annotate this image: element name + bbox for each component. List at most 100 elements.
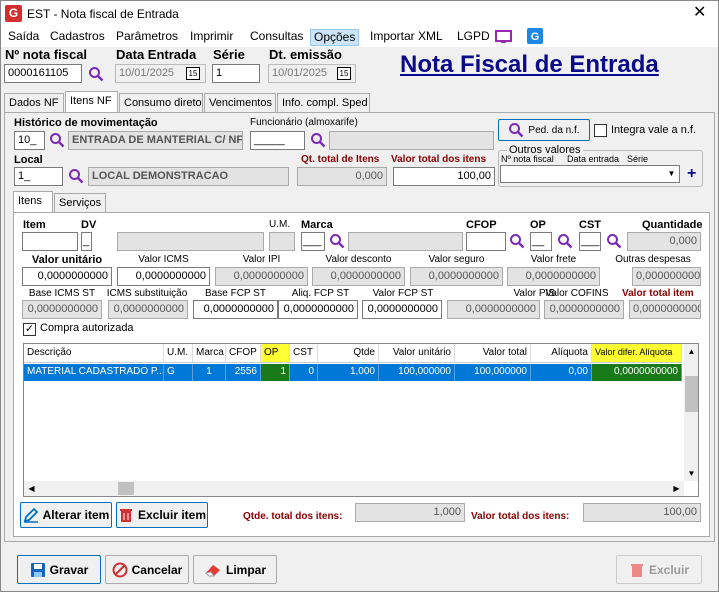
search-icon[interactable]: [509, 233, 525, 249]
pencil-icon: [23, 507, 38, 523]
integra-checkbox[interactable]: [594, 124, 607, 137]
cancelar-label: Cancelar: [131, 562, 183, 577]
col-op[interactable]: OP: [261, 344, 290, 363]
scroll-down-icon[interactable]: ▼: [684, 466, 698, 481]
col-cfop[interactable]: CFOP: [226, 344, 261, 363]
funcionario-code-input[interactable]: _____: [250, 131, 305, 150]
cancel-icon: [112, 562, 128, 577]
tab-info-compl-sped[interactable]: Info. compl. Sped: [277, 93, 370, 112]
tab-vencimentos[interactable]: Vencimentos: [204, 93, 276, 112]
limpar-button[interactable]: Limpar: [193, 555, 277, 584]
monitor-icon[interactable]: [495, 30, 512, 44]
compra-autorizada-label: Compra autorizada: [40, 322, 134, 334]
outros-valores-select[interactable]: [500, 165, 680, 183]
base-fcp-st-label: Base FCP ST: [205, 288, 266, 299]
vertical-scrollbar[interactable]: ▲ ▼: [684, 344, 698, 481]
chevron-down-icon[interactable]: ▼: [664, 166, 679, 182]
valor-unitario-input[interactable]: 0,0000000000: [22, 267, 112, 286]
menu-consultas[interactable]: Consultas: [247, 29, 306, 46]
valor-ipi-value: 0,0000000000: [215, 267, 308, 286]
search-icon[interactable]: [88, 66, 104, 82]
data-entrada-label: Data Entrada: [116, 47, 197, 62]
col-valor-unitario[interactable]: Valor unitário: [379, 344, 455, 363]
item-input[interactable]: [22, 232, 78, 251]
aliq-fcp-st-input[interactable]: 0,0000000000: [278, 300, 358, 319]
search-icon[interactable]: [49, 132, 65, 148]
menu-importar-xml[interactable]: Importar XML: [367, 29, 446, 46]
scroll-right-icon[interactable]: ▶: [669, 481, 684, 496]
cfop-input[interactable]: [466, 232, 506, 251]
qtde-total-value: 1,000: [355, 503, 465, 522]
cst-input[interactable]: ___: [579, 232, 601, 251]
local-code-input[interactable]: 1_: [14, 167, 63, 186]
nota-label: Nº nota fiscal: [5, 47, 88, 62]
excluir-item-button[interactable]: Excluir item: [116, 502, 208, 528]
window: G EST - Nota fiscal de Entrada ✕ Saída C…: [0, 0, 719, 592]
col-um[interactable]: U.M.: [164, 344, 193, 363]
menu-lgpd[interactable]: LGPD: [454, 29, 493, 46]
alterar-item-button[interactable]: Alterar item: [20, 502, 112, 528]
search-icon[interactable]: [606, 233, 622, 249]
col-aliquota[interactable]: Alíquota: [531, 344, 592, 363]
op-input[interactable]: __: [530, 232, 552, 251]
valor-icms-input[interactable]: 0,0000000000: [117, 267, 210, 286]
gravar-button[interactable]: Gravar: [17, 555, 101, 584]
ped-nf-button[interactable]: Ped. da n.f.: [498, 119, 590, 141]
calendar-icon[interactable]: 15: [337, 67, 351, 80]
col-qtde[interactable]: Qtde: [318, 344, 379, 363]
tab-itens[interactable]: Itens: [13, 191, 53, 212]
valor-total-itens-value: 100,00: [583, 503, 701, 522]
scroll-thumb[interactable]: [685, 376, 698, 412]
cell-op: 1: [261, 364, 290, 381]
tab-itens-nf[interactable]: Itens NF: [65, 91, 118, 112]
serie-input[interactable]: 1: [212, 64, 260, 83]
menu-imprimir[interactable]: Imprimir: [187, 29, 236, 46]
valor-fcp-st-input[interactable]: 0,0000000000: [362, 300, 442, 319]
base-fcp-st-input[interactable]: 0,0000000000: [193, 300, 278, 319]
search-icon[interactable]: [310, 132, 326, 148]
cell-descricao: MATERIAL CADASTRADO P...: [24, 364, 164, 381]
horizontal-scrollbar[interactable]: ◀ ▶: [24, 481, 684, 496]
serie-label: Série: [213, 47, 245, 62]
cancelar-button[interactable]: Cancelar: [105, 555, 189, 584]
col-valor-difer-aliquota[interactable]: Valor difer. Alíquota: [592, 344, 682, 363]
scroll-thumb[interactable]: [118, 482, 134, 495]
col-valor-total[interactable]: Valor total: [455, 344, 531, 363]
valor-total-input[interactable]: 100,00: [393, 167, 495, 186]
menu-opcoes[interactable]: Opções: [310, 29, 360, 46]
search-icon[interactable]: [557, 233, 573, 249]
compra-autorizada-checkbox[interactable]: ✓: [23, 323, 36, 336]
save-icon: [30, 562, 45, 577]
tab-servicos[interactable]: Serviços: [54, 193, 106, 212]
add-icon[interactable]: +: [687, 165, 696, 183]
excluir-item-label: Excluir item: [137, 508, 207, 522]
menu-parametros[interactable]: Parâmetros: [113, 29, 181, 46]
menu-saida[interactable]: Saída: [5, 29, 42, 46]
alterar-item-label: Alterar item: [42, 508, 110, 522]
funcionario-label: Funcionário (almoxarife): [250, 117, 358, 128]
search-icon[interactable]: [68, 168, 84, 184]
col-descricao[interactable]: Descrição: [24, 344, 164, 363]
menu-cadastros[interactable]: Cadastros: [47, 29, 108, 46]
tab-dados-nf[interactable]: Dados NF: [4, 93, 64, 112]
excluir-button[interactable]: Excluir: [616, 555, 702, 584]
marca-input[interactable]: ___: [301, 232, 325, 251]
calendar-icon[interactable]: 15: [186, 67, 200, 80]
search-icon[interactable]: [329, 233, 345, 249]
valor-total-itens-label: Valor total dos itens:: [471, 511, 570, 522]
outras-despesas-label: Outras despesas: [615, 254, 691, 265]
nota-input[interactable]: 0000161105: [4, 64, 82, 83]
close-icon[interactable]: ✕: [693, 3, 706, 23]
col-cst[interactable]: CST: [290, 344, 318, 363]
scroll-left-icon[interactable]: ◀: [24, 481, 39, 496]
valor-pis-value: 0,0000000000: [447, 300, 540, 319]
scroll-up-icon[interactable]: ▲: [684, 344, 698, 359]
app-icon: G: [5, 5, 22, 22]
cell-valor-unitario: 100,000000: [379, 364, 455, 381]
cell-um: G: [164, 364, 193, 381]
g-app-icon[interactable]: G: [527, 28, 543, 44]
historico-code-input[interactable]: 10_: [14, 131, 45, 150]
dv-input[interactable]: _: [81, 232, 92, 251]
tab-consumo-direto[interactable]: Consumo direto: [119, 93, 203, 112]
col-marca[interactable]: Marca: [193, 344, 226, 363]
